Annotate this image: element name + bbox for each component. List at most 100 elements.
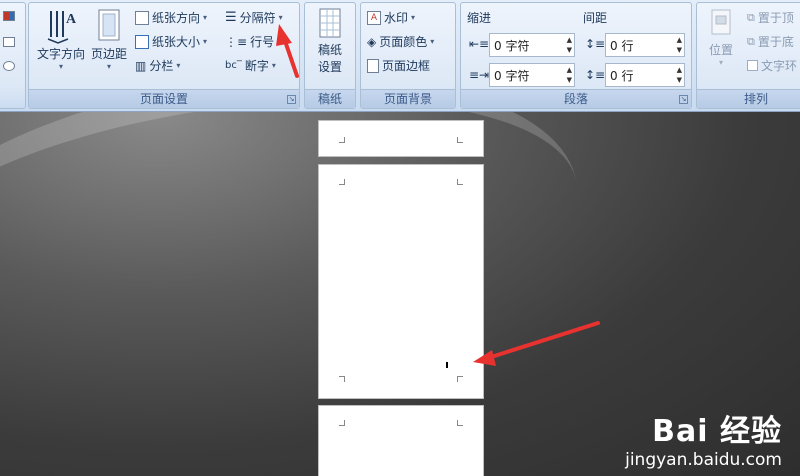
indent-left-value: 0 字符 xyxy=(494,38,530,53)
page-borders-icon xyxy=(367,58,379,73)
paint-bucket-icon: ◈ xyxy=(367,34,377,49)
theme-colors-button[interactable] xyxy=(3,11,15,21)
breaks-button[interactable]: ☰ 分隔符 ▾ xyxy=(225,9,283,26)
theme-effects-button[interactable] xyxy=(3,61,15,71)
document-area[interactable]: Bai 经验 jingyan.baidu.com xyxy=(0,112,800,476)
svg-text:A: A xyxy=(66,12,76,27)
chevron-down-icon: ▾ xyxy=(718,58,723,67)
breaks-icon: ☰ xyxy=(225,10,237,25)
paragraph-group-label: 段落 xyxy=(461,89,691,108)
spinner-icon[interactable]: ▲ ▼ xyxy=(677,65,682,85)
baidu-watermark: Bai 经验 jingyan.baidu.com xyxy=(625,406,782,470)
line-numbers-button[interactable]: ⋮≡ 行号 ▾ xyxy=(225,33,281,50)
size-button[interactable]: 纸张大小 ▾ xyxy=(135,33,207,50)
watermark-label: 水印 xyxy=(384,11,409,25)
chevron-down-icon: ▾ xyxy=(278,13,283,22)
text-cursor xyxy=(446,362,448,368)
margin-corner xyxy=(457,420,463,426)
dialog-launcher-icon[interactable]: ↘ xyxy=(679,95,688,104)
margin-corner xyxy=(457,179,463,185)
ribbon-group-paragraph: 缩进 间距 ⇤≡ 0 字符 ▲ ▼ ≡⇥ 0 字符 ▲ ▼ ↕≡ 0 行 ▲ ▼ ↕≡… xyxy=(460,2,692,109)
orientation-button[interactable]: 纸张方向 ▾ xyxy=(135,9,207,26)
page-next-fragment[interactable] xyxy=(318,405,484,476)
breaks-label: 分隔符 xyxy=(239,11,276,25)
page-color-button[interactable]: ◈ 页面颜色 ▾ xyxy=(367,33,434,50)
chevron-down-icon: ▾ xyxy=(277,37,282,46)
theme-fonts-button[interactable] xyxy=(3,37,15,47)
margins-icon xyxy=(98,9,120,41)
spacing-before-value: 0 行 xyxy=(610,38,634,53)
bring-front-icon: ⧉ xyxy=(747,10,755,24)
columns-button[interactable]: ▥ 分栏 ▾ xyxy=(135,57,180,74)
ribbon-group-manuscript: 稿纸 设置 稿纸 xyxy=(304,2,356,109)
spinner-icon[interactable]: ▲ ▼ xyxy=(567,35,572,55)
chevron-down-icon: ▾ xyxy=(58,62,63,71)
watermark-logo: Bai 经验 xyxy=(652,414,782,449)
orientation-label: 纸张方向 xyxy=(152,11,201,25)
text-wrap-button[interactable]: 文字环 xyxy=(747,57,797,74)
indent-right-input[interactable]: 0 字符 ▲ ▼ xyxy=(489,63,575,87)
indent-heading: 缩进 xyxy=(467,11,492,25)
bring-front-button[interactable]: ⧉ 置于顶 xyxy=(747,9,794,26)
line-numbers-label: 行号 xyxy=(250,35,275,49)
send-back-label: 置于底 xyxy=(757,35,794,49)
manuscript-group-label: 稿纸 xyxy=(305,89,355,108)
margin-corner xyxy=(339,420,345,426)
spinner-icon[interactable]: ▲ ▼ xyxy=(677,35,682,55)
columns-icon: ▥ xyxy=(135,58,147,73)
margin-corner xyxy=(339,376,345,382)
page-setup-group-label: 页面设置 xyxy=(29,89,299,108)
background-swoosh xyxy=(0,112,598,430)
spacing-after-icon: ↕≡ xyxy=(585,68,606,82)
spacing-before-icon: ↕≡ xyxy=(585,37,606,51)
text-wrap-label: 文字环 xyxy=(761,59,798,73)
margins-label: 页边距 xyxy=(90,47,127,61)
indent-left-icon: ⇤≡ xyxy=(469,37,490,51)
theme-fonts-icon xyxy=(3,37,15,47)
margin-corner xyxy=(339,179,345,185)
text-direction-label: 文字方向 xyxy=(36,47,85,61)
spacing-after-input[interactable]: 0 行 ▲ ▼ xyxy=(605,63,685,87)
manuscript-setup-label-2: 设置 xyxy=(317,60,342,74)
theme-colors-icon xyxy=(3,11,15,21)
spacing-heading: 间距 xyxy=(583,11,608,25)
manuscript-setup-button[interactable]: 稿纸 设置 xyxy=(307,7,353,75)
manuscript-setup-label-1: 稿纸 xyxy=(317,43,342,57)
position-button[interactable]: 位置 ▾ xyxy=(701,7,741,67)
chevron-down-icon: ▾ xyxy=(176,61,181,70)
ribbon-group-themes xyxy=(0,2,26,109)
text-wrap-icon xyxy=(747,60,758,71)
spacing-after-value: 0 行 xyxy=(610,68,634,83)
line-numbers-icon: ⋮≡ xyxy=(225,34,248,49)
page-borders-button[interactable]: 页面边框 xyxy=(367,57,430,74)
spinner-icon[interactable]: ▲ ▼ xyxy=(567,65,572,85)
send-back-button[interactable]: ⧉ 置于底 xyxy=(747,33,794,50)
chevron-down-icon: ▾ xyxy=(203,13,208,22)
hyphenation-button[interactable]: bc‾ 断字 ▾ xyxy=(225,57,276,74)
chevron-down-icon: ▾ xyxy=(430,37,435,46)
text-direction-button[interactable]: A 文字方向 ▾ xyxy=(33,7,89,71)
watermark-button[interactable]: A 水印 ▾ xyxy=(367,9,415,26)
page-current[interactable] xyxy=(318,164,484,399)
send-back-icon: ⧉ xyxy=(747,34,755,48)
spacing-before-input[interactable]: 0 行 ▲ ▼ xyxy=(605,33,685,57)
hyphenation-icon: bc‾ xyxy=(225,60,242,71)
chevron-down-icon: ▾ xyxy=(203,37,208,46)
watermark-url: jingyan.baidu.com xyxy=(625,450,782,470)
position-label: 位置 xyxy=(708,43,733,57)
page-size-icon xyxy=(135,34,149,49)
watermark-icon: A xyxy=(367,10,381,25)
ribbon: A 文字方向 ▾ 页边距 ▾ 纸张方向 ▾ 纸张大小 ▾ ▥ 分栏 ▾ ☰ 分隔… xyxy=(0,0,800,112)
page-top-fragment[interactable] xyxy=(318,120,484,157)
margins-button[interactable]: 页边距 ▾ xyxy=(89,7,129,71)
dialog-launcher-icon[interactable]: ↘ xyxy=(287,95,296,104)
bring-front-label: 置于顶 xyxy=(757,11,794,25)
columns-label: 分栏 xyxy=(149,59,174,73)
ribbon-group-page-background: A 水印 ▾ ◈ 页面颜色 ▾ 页面边框 页面背景 xyxy=(360,2,456,109)
manuscript-icon xyxy=(319,8,341,38)
theme-effects-icon xyxy=(3,61,15,71)
page-color-label: 页面颜色 xyxy=(379,35,428,49)
hyphenation-label: 断字 xyxy=(244,59,269,73)
indent-right-value: 0 字符 xyxy=(494,68,530,83)
indent-left-input[interactable]: 0 字符 ▲ ▼ xyxy=(489,33,575,57)
